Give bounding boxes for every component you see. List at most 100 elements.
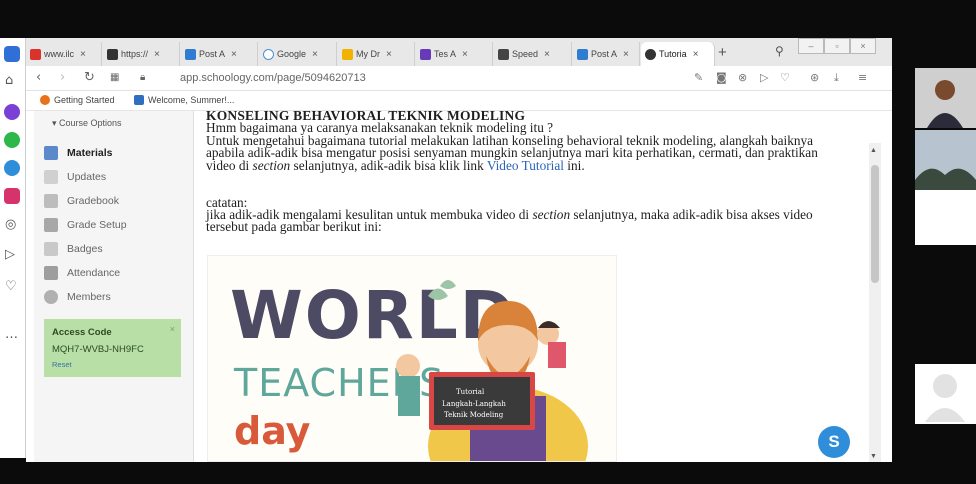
bookmark-getting-started[interactable]: Getting Started [40, 95, 115, 105]
close-icon[interactable]: × [544, 49, 550, 60]
browser-toolbar: ‹ › ↻ ▦ 🔒︎ app.schoology.com/page/509462… [26, 66, 892, 91]
more-icon[interactable]: … [5, 328, 18, 342]
instagram-icon[interactable] [4, 188, 20, 204]
close-icon[interactable]: × [386, 49, 392, 60]
tab-favicon [30, 48, 41, 60]
reload-icon[interactable]: ↻ [84, 70, 95, 85]
paragraph-text: selanjutnya, adik-adik bisa klik link [290, 157, 487, 173]
stop-icon[interactable]: ⊗ [738, 71, 747, 84]
tab-label: www.ilc [44, 49, 75, 59]
sidebar-item-grade-setup[interactable]: Grade Setup [44, 214, 190, 236]
new-tab-button[interactable]: + [718, 44, 727, 61]
sidebar-item-badges[interactable]: Badges [44, 238, 190, 260]
reset-link[interactable]: Reset [52, 360, 72, 369]
forward-icon[interactable]: › [60, 70, 65, 85]
tab-strip: www.ilc × https:// × Post A × Google × M… [26, 38, 892, 66]
page-scrollbar[interactable]: ▲ ▼ [869, 143, 881, 462]
tab-label: Post A [591, 49, 618, 59]
course-options-label: Course Options [59, 118, 122, 128]
tab-2[interactable]: https:// × [103, 42, 180, 66]
download-icon[interactable]: ⤓ [834, 71, 839, 85]
close-icon[interactable]: × [154, 49, 160, 60]
tab-3[interactable]: Post A × [181, 42, 258, 66]
close-icon[interactable]: × [170, 324, 175, 334]
board-line-2: Langkah-Langkah [442, 400, 506, 408]
close-icon[interactable]: × [623, 49, 629, 60]
apps-icon[interactable]: ▦ [110, 72, 119, 83]
tab-label: Tes A [434, 49, 457, 59]
tab-label: My Dr [356, 49, 380, 59]
back-icon[interactable]: ‹ [36, 70, 41, 85]
close-icon[interactable]: × [312, 49, 318, 60]
paragraph-text: ini. [563, 157, 585, 173]
player-icon[interactable]: ◎ [5, 218, 16, 232]
course-sidebar: ▾ Course Options Materials Updates Grade… [34, 111, 194, 462]
scroll-down-icon[interactable]: ▼ [870, 453, 877, 460]
participant-avatar-3[interactable] [915, 364, 976, 424]
sidebar-item-gradebook[interactable]: Gradebook [44, 190, 190, 212]
app-icon[interactable] [4, 46, 20, 62]
scrollbar-thumb[interactable] [871, 165, 879, 283]
attendance-icon [44, 266, 58, 280]
tab-4[interactable]: Google × [259, 42, 337, 66]
minimize-button[interactable]: – [798, 38, 824, 54]
sidebar-item-label: Updates [67, 171, 107, 183]
video-tutorial-link[interactable]: Video Tutorial [487, 158, 564, 173]
sidebar-item-updates[interactable]: Updates [44, 166, 190, 188]
sidebar-item-attendance[interactable]: Attendance [44, 262, 190, 284]
emphasis-text: section [532, 207, 571, 222]
close-icon[interactable]: × [231, 49, 237, 60]
sidebar-item-label: Badges [67, 243, 103, 255]
world-teachers-day-image[interactable]: WORLD TEACHERS day Tutorial Langkah-Lang… [207, 255, 617, 462]
grade-setup-icon [44, 218, 58, 232]
participant-video-2[interactable] [915, 130, 976, 245]
extension-icon[interactable]: ⊛ [810, 71, 819, 84]
gradebook-icon [44, 194, 58, 208]
home-icon[interactable]: ⌂ [5, 74, 13, 88]
board-line-3: Teknik Modeling [444, 411, 504, 419]
address-bar[interactable]: app.schoology.com/page/5094620713 [180, 72, 366, 84]
messenger-icon[interactable] [4, 104, 20, 120]
play-icon[interactable]: ▷ [760, 71, 768, 84]
tab-label: Post A [199, 49, 226, 59]
board-line-1: Tutorial [456, 388, 485, 396]
tab-5[interactable]: My Dr × [338, 42, 415, 66]
firefox-icon [40, 95, 50, 105]
camera-icon[interactable]: ◙ [716, 71, 727, 84]
tab-7[interactable]: Speed × [494, 42, 572, 66]
tab-8[interactable]: Post A × [573, 42, 640, 66]
close-window-button[interactable]: × [850, 38, 876, 54]
sidebar-item-members[interactable]: Members [44, 286, 190, 308]
desktop-dock: ⌂ ◎ ▷ ♡ … [0, 38, 26, 458]
tab-favicon [342, 48, 353, 60]
sidebar-item-label: Gradebook [67, 195, 119, 207]
scroll-up-icon[interactable]: ▲ [870, 147, 877, 154]
tab-favicon [185, 48, 196, 60]
send-icon[interactable]: ▷ [5, 248, 15, 262]
bookmark-label: Welcome, Summer!... [148, 95, 235, 105]
close-icon[interactable]: × [462, 49, 468, 60]
participant-video-1[interactable] [915, 68, 976, 128]
menu-icon[interactable]: ≡ [858, 71, 867, 84]
telegram-icon[interactable] [4, 160, 20, 176]
tab-6[interactable]: Tes A × [416, 42, 493, 66]
bookmark-welcome[interactable]: Welcome, Summer!... [134, 95, 234, 105]
course-options-toggle[interactable]: ▾ Course Options [52, 118, 122, 129]
tab-1[interactable]: www.ilc × [26, 42, 102, 66]
schoology-help-button[interactable]: S [818, 426, 850, 458]
search-icon[interactable]: ⚲ [775, 44, 784, 58]
edit-icon[interactable]: ✎ [694, 71, 703, 84]
materials-icon [44, 146, 58, 160]
close-icon[interactable]: × [80, 49, 86, 60]
members-icon [44, 290, 58, 304]
heart-icon[interactable]: ♡ [780, 71, 790, 84]
tab-active[interactable]: Tutoria × [641, 42, 715, 66]
emphasis-text: section [252, 157, 291, 173]
maximize-button[interactable]: ▫ [824, 38, 850, 54]
close-icon[interactable]: × [693, 49, 699, 60]
whatsapp-icon[interactable] [4, 132, 20, 148]
heart-icon[interactable]: ♡ [5, 280, 17, 294]
sidebar-item-materials[interactable]: Materials [44, 142, 190, 164]
access-code-value: MQH7-WVBJ-NH9FC [52, 344, 144, 355]
updates-icon [44, 170, 58, 184]
